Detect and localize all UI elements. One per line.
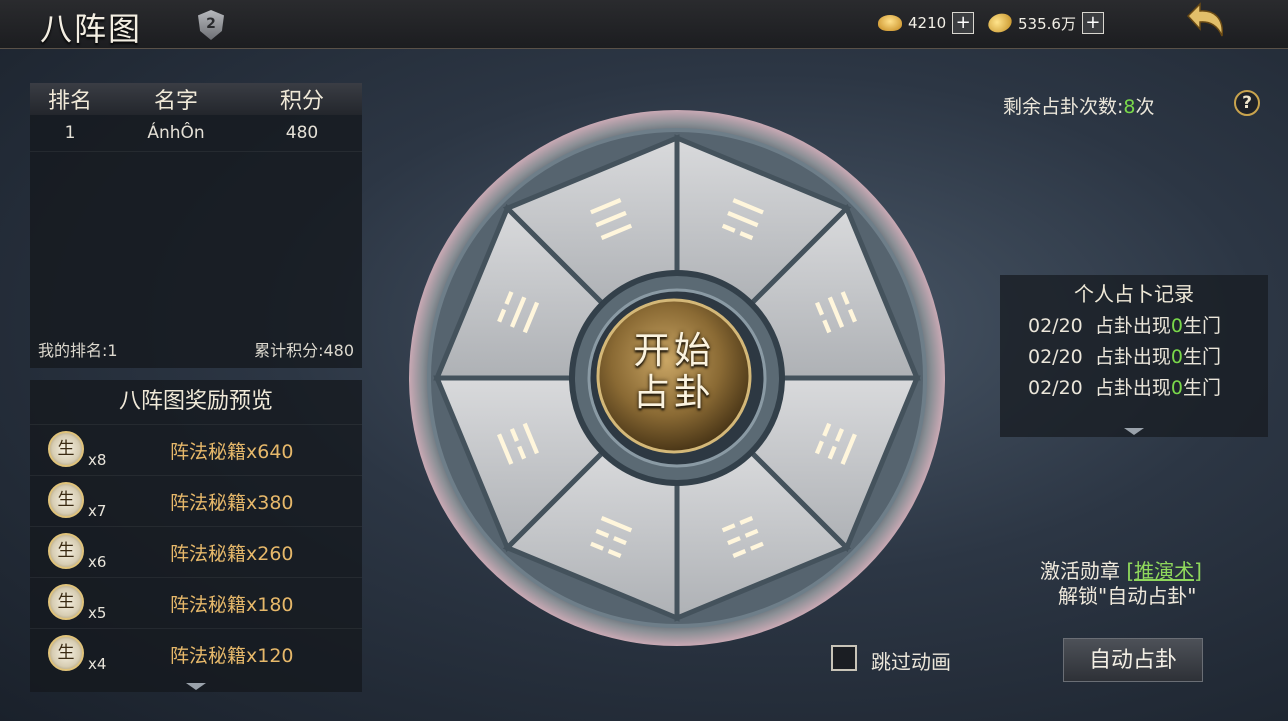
col-name: 名字	[153, 89, 198, 114]
scroll-down-icon[interactable]	[186, 683, 206, 690]
start-divination-label: 开始 占卦	[598, 330, 750, 414]
my-rank: 我的排名:1	[38, 341, 118, 360]
row-rank: 1	[64, 123, 76, 143]
sheng-icon: 生	[48, 584, 84, 620]
record-panel: 个人占卜记录 02/20 占卦出现0生门 02/20 占卦出现0生门 02/20…	[1000, 275, 1268, 437]
remaining-count: 剩余占卦次数:8次	[1003, 92, 1155, 119]
ranking-header: 排名 名字 积分	[30, 83, 362, 115]
record-count: 0	[1170, 315, 1183, 337]
back-arrow-icon	[1186, 2, 1223, 37]
list-item[interactable]: 生 x7 阵法秘籍x380	[30, 475, 362, 526]
add-coin-button[interactable]: +	[1081, 12, 1104, 34]
reward-title: 八阵图奖励预览	[118, 389, 273, 414]
reward-multiplier: x5	[88, 604, 107, 622]
reward-multiplier: x4	[88, 655, 107, 673]
record-line: 02/20 占卦出现0生门	[1028, 311, 1268, 338]
auto-divination-button[interactable]: 自动占卦	[1063, 638, 1203, 682]
col-rank: 排名	[47, 89, 92, 114]
total-score: 累计积分:480	[254, 341, 354, 360]
record-title: 个人占卜记录	[1074, 282, 1194, 306]
sheng-icon: 生	[48, 482, 84, 518]
row-score: 480	[285, 123, 319, 143]
sheng-icon: 生	[48, 635, 84, 671]
list-item[interactable]: 生 x4 阵法秘籍x120	[30, 628, 362, 679]
list-item[interactable]: 生 x8 阵法秘籍x640	[30, 424, 362, 475]
skip-animation-checkbox[interactable]	[831, 645, 857, 671]
reward-name: 阵法秘籍x380	[170, 492, 294, 514]
currency-ingot: 4210 +	[878, 12, 975, 34]
currency-coin: 535.6万 +	[985, 10, 1104, 36]
add-ingot-button[interactable]: +	[952, 12, 975, 34]
help-button[interactable]: ?	[1234, 90, 1260, 116]
record-pre: 占卦出现	[1094, 377, 1171, 399]
record-date: 02/20	[1028, 346, 1083, 368]
reward-name: 阵法秘籍x120	[170, 645, 294, 667]
back-button[interactable]	[1180, 0, 1230, 44]
start-line-1: 开始	[633, 329, 715, 372]
ingot-amount: 4210	[908, 14, 947, 32]
rank-badge-icon[interactable]: 2	[190, 4, 232, 44]
skip-animation-label: 跳过动画	[871, 650, 951, 674]
record-date: 02/20	[1028, 315, 1083, 337]
record-count: 0	[1170, 346, 1183, 368]
coin-icon	[985, 10, 1015, 36]
list-item[interactable]: 生 x6 阵法秘籍x260	[30, 526, 362, 577]
page-title: 八阵图	[40, 10, 143, 48]
record-count: 0	[1170, 377, 1183, 399]
start-line-2: 占卦	[633, 371, 715, 414]
rank-badge-number: 2	[206, 16, 216, 32]
reward-name: 阵法秘籍x260	[170, 543, 294, 565]
ranking-panel: 排名 名字 积分 1 ÁnhÔn 480 我的排名:1 累计积分:480	[30, 83, 362, 368]
remaining-unit: 次	[1135, 96, 1155, 118]
sheng-icon: 生	[48, 431, 84, 467]
reward-multiplier: x6	[88, 553, 107, 571]
gold-ingot-icon	[878, 15, 902, 31]
col-score: 积分	[279, 89, 324, 114]
reward-multiplier: x8	[88, 451, 107, 469]
record-line: 02/20 占卦出现0生门	[1028, 342, 1268, 369]
remaining-label: 剩余占卦次数:	[1003, 96, 1124, 118]
reward-panel: 八阵图奖励预览 生 x8 阵法秘籍x640 生 x7 阵法秘籍x380 生 x6…	[30, 380, 362, 692]
record-post: 生门	[1182, 315, 1221, 337]
row-name: ÁnhÔn	[147, 123, 205, 143]
record-scroll-icon[interactable]	[1124, 428, 1144, 435]
table-row[interactable]: 1 ÁnhÔn 480	[30, 115, 362, 152]
record-post: 生门	[1182, 346, 1221, 368]
record-pre: 占卦出现	[1094, 346, 1171, 368]
unlock-line-2: 解锁"自动占卦"	[1058, 584, 1197, 608]
reward-name: 阵法秘籍x180	[170, 594, 294, 616]
record-date: 02/20	[1028, 377, 1083, 399]
record-line: 02/20 占卦出现0生门	[1028, 373, 1268, 400]
top-bar: 八阵图 2 4210 + 535.6万 +	[0, 0, 1288, 49]
reward-multiplier: x7	[88, 502, 107, 520]
record-post: 生门	[1182, 377, 1221, 399]
record-pre: 占卦出现	[1094, 315, 1171, 337]
coin-amount: 535.6万	[1018, 14, 1076, 33]
remaining-number: 8	[1123, 96, 1136, 118]
reward-name: 阵法秘籍x640	[170, 441, 294, 463]
sheng-icon: 生	[48, 533, 84, 569]
list-item[interactable]: 生 x5 阵法秘籍x180	[30, 577, 362, 628]
